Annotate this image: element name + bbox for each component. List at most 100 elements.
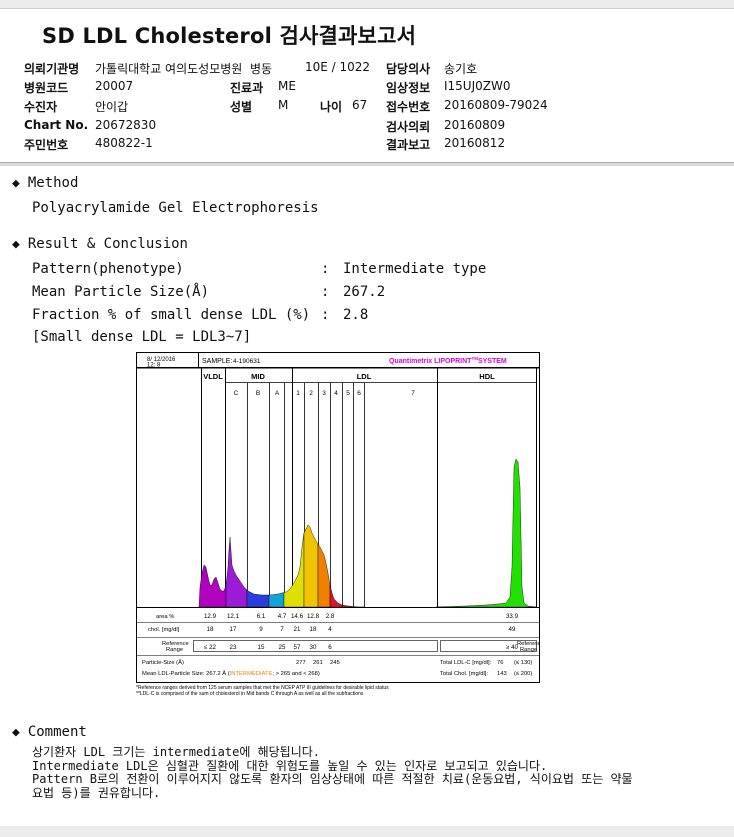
ref-cell: 15 <box>258 644 265 651</box>
area-hdl-cell: 33.9 <box>506 613 519 620</box>
value-ward: 10E / 1022 <box>305 60 371 74</box>
sample-id: 4-190631 <box>233 358 261 365</box>
chol-cell: 21 <box>294 626 301 633</box>
result-label-size: Mean Particle Size(Å) <box>32 284 210 300</box>
result-heading: ◆ Result & Conclusion <box>12 236 188 252</box>
ref-label-right-2: Range <box>520 647 537 653</box>
area-cell: 6.1 <box>257 613 266 620</box>
label-hospital-code: 병원코드 <box>24 81 69 95</box>
value-clinical-info: I15UJ0ZW0 <box>444 79 511 93</box>
comment-heading: ◆ Comment <box>12 724 87 740</box>
lipoprint-chart: 8/ 12/2016 12: 8 SAMPLE: 4-190631 Quanti… <box>136 352 540 697</box>
label-sex: 성별 <box>230 100 253 114</box>
ldl-sub-4: 4 <box>334 390 338 397</box>
area-cell: 12.9 <box>204 613 217 620</box>
label-resident-no: 주민번호 <box>24 138 69 152</box>
band-hdl: HDL <box>479 372 495 381</box>
area-cell: 12.1 <box>227 613 240 620</box>
ldl-sub-2: 2 <box>309 390 313 397</box>
area-cell: 14.6 <box>291 613 304 620</box>
result-value-pattern: Intermediate type <box>343 261 487 277</box>
ldl-sub-5: 5 <box>346 390 350 397</box>
chol-label: chol. [mg/dl] <box>148 627 180 633</box>
label-institution: 의뢰기관명 <box>24 62 80 76</box>
chol-cell: 7 <box>280 626 284 633</box>
label-report-date: 결과보고 <box>386 138 431 152</box>
mean-label: Mean LDL-Particle Size: 267.2 Å (INTERME… <box>142 670 320 677</box>
ref-cell: 25 <box>279 644 286 651</box>
total-ldl-label: Total LDL-C [mg/dl]: <box>440 660 492 666</box>
ref-cell: 6 <box>328 644 332 651</box>
chol-cell: 17 <box>230 626 237 633</box>
chol-hdl-cell: 49 <box>509 626 516 633</box>
top-bar <box>0 0 734 9</box>
total-chol-range: (≤ 200) <box>514 671 532 677</box>
value-age: 67 <box>352 98 368 112</box>
band-vldl: VLDL <box>203 372 223 381</box>
label-age: 나이 <box>320 100 343 114</box>
total-ldl-value: 76 <box>497 660 503 666</box>
method-heading: ◆ Method <box>12 175 78 191</box>
ldl-sub-1: 1 <box>296 390 300 397</box>
particle-size-3: 245 <box>330 660 340 666</box>
result-note: [Small dense LDL = LDL3~7] <box>32 329 252 345</box>
result-heading-text: Result & Conclusion <box>27 236 188 252</box>
particle-size-2: 261 <box>313 660 323 666</box>
report-title: SD LDL Cholesterol 검사결과보고서 <box>42 24 417 48</box>
ref-cell: ≤ 22 <box>204 644 217 651</box>
ref-label-2: Range <box>166 647 183 653</box>
area-cell: 12.8 <box>307 613 320 620</box>
particle-size-label: Particle-Size (Å) <box>142 659 184 666</box>
brand: Quantimetrix LIPOPRINTTMSYSTEM <box>389 356 507 365</box>
value-chart-no: 20672830 <box>95 118 157 132</box>
value-institution: 가톨릭대학교 여의도성모병원 <box>95 62 243 76</box>
result-sep-pattern: : <box>321 261 330 277</box>
footnote-2: **LDL-C is comprised of the sum of chole… <box>136 691 364 697</box>
label-clinical-info: 임상정보 <box>386 81 431 95</box>
comment-line-2: Intermediate LDL은 심혈관 질환에 대한 위험도를 높일 수 있… <box>32 759 548 773</box>
ldl-sub-7: 7 <box>411 390 415 397</box>
result-sep-fraction: : <box>321 307 330 323</box>
total-chol-value: 143 <box>497 671 507 677</box>
ref-cell: 30 <box>310 644 317 651</box>
comment-line-1: 상기환자 LDL 크기는 intermediate에 해당됩니다. <box>32 745 321 759</box>
chol-cell: 4 <box>328 626 332 633</box>
area-cell: 4.7 <box>278 613 287 620</box>
diamond-bullet-icon: ◆ <box>12 725 20 740</box>
comment-line-4: 요법 등)를 권유합니다. <box>32 786 161 800</box>
ldl-sub-6: 6 <box>357 390 361 397</box>
label-ward: 병동 <box>250 62 273 76</box>
result-value-fraction: 2.8 <box>343 307 369 323</box>
seg-mid-a-fill <box>268 592 285 608</box>
total-chol-label: Total Chol. [mg/dl]: <box>440 671 488 677</box>
value-patient: 안이갑 <box>95 100 129 114</box>
area-cell: 2.8 <box>326 613 335 620</box>
diamond-bullet-icon: ◆ <box>12 237 20 252</box>
value-receipt-no: 20160809-79024 <box>444 98 548 112</box>
sample-label: SAMPLE: <box>202 358 232 365</box>
result-label-pattern: Pattern(phenotype) <box>32 261 184 277</box>
method-text: Polyacrylamide Gel Electrophoresis <box>32 200 319 216</box>
value-report-date: 20160812 <box>444 136 506 150</box>
particle-size-1: 277 <box>296 660 306 666</box>
result-label-fraction: Fraction % of small dense LDL (%) <box>32 307 311 323</box>
label-receipt-no: 접수번호 <box>386 100 431 114</box>
value-request-date: 20160809 <box>444 118 506 132</box>
chol-cell: 18 <box>310 626 317 633</box>
diamond-bullet-icon: ◆ <box>12 176 20 191</box>
label-patient: 수진자 <box>24 100 58 114</box>
value-resident-no: 480822-1 <box>95 136 153 150</box>
label-request-date: 검사의뢰 <box>386 120 431 134</box>
total-ldl-range: (≤ 130) <box>514 660 532 666</box>
value-department: ME <box>278 79 296 93</box>
label-department: 진료과 <box>230 81 264 95</box>
value-sex: M <box>278 98 289 112</box>
ldl-sub-3: 3 <box>322 390 326 397</box>
mid-sub-c: C <box>234 390 239 397</box>
comment-line-3: Pattern B로의 전환이 이루어지지 않도록 환자의 임상상태에 따른 적… <box>32 772 633 786</box>
result-value-size: 267.2 <box>343 284 386 300</box>
chol-cell: 9 <box>259 626 263 633</box>
mid-sub-a: A <box>275 390 280 397</box>
band-mid: MID <box>251 372 265 381</box>
bottom-bar <box>0 826 734 837</box>
